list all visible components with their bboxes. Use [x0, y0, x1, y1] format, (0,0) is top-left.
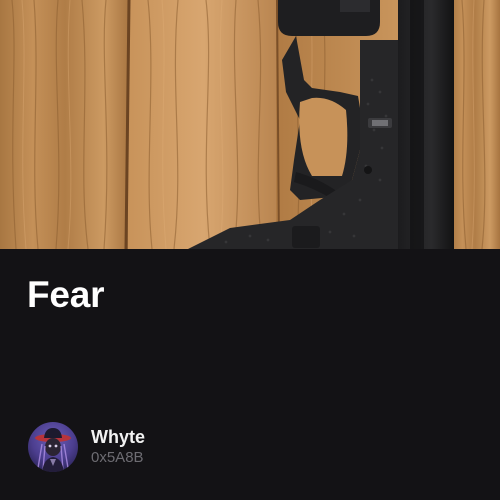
- creator-name[interactable]: Whyte: [91, 426, 145, 448]
- creator-avatar[interactable]: [28, 422, 78, 472]
- avatar-icon: [28, 422, 78, 472]
- creator-text-group: Whyte 0x5A8B: [91, 426, 145, 468]
- post-card: Fear Whyte 0x5A8B: [0, 0, 500, 500]
- creator-address: 0x5A8B: [91, 449, 144, 466]
- creator-info[interactable]: Whyte 0x5A8B: [28, 422, 145, 472]
- post-image[interactable]: [0, 0, 500, 249]
- post-title: Fear: [27, 274, 105, 315]
- pistol-photo-icon: [0, 0, 500, 249]
